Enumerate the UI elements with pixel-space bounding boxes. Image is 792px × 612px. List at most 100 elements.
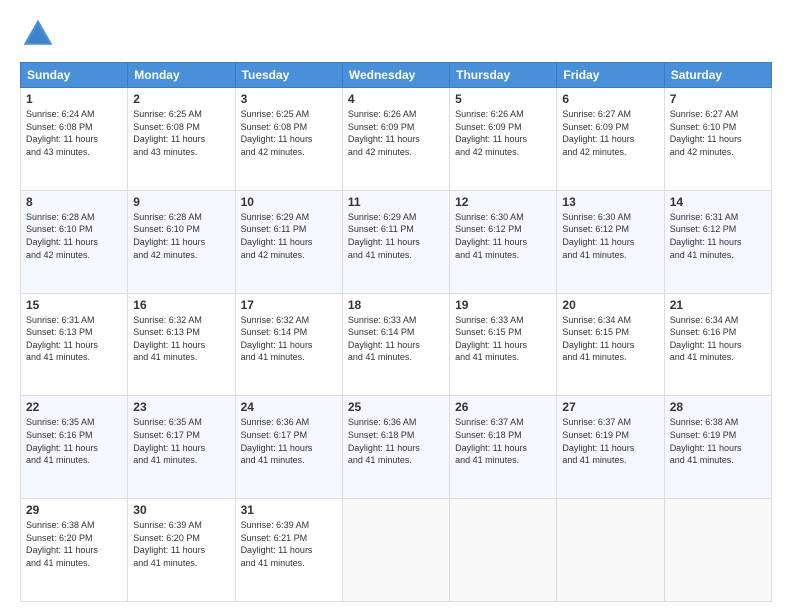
- calendar-body: 1 Sunrise: 6:24 AM Sunset: 6:08 PM Daylig…: [21, 88, 772, 602]
- day-info: Sunrise: 6:33 AM Sunset: 6:14 PM Dayligh…: [348, 314, 444, 364]
- day-info: Sunrise: 6:26 AM Sunset: 6:09 PM Dayligh…: [455, 108, 551, 158]
- day-number: 23: [133, 400, 229, 414]
- calendar-header: SundayMondayTuesdayWednesdayThursdayFrid…: [21, 63, 772, 88]
- day-number: 5: [455, 92, 551, 106]
- day-number: 7: [670, 92, 766, 106]
- day-cell: 24Sunrise: 6:36 AM Sunset: 6:17 PM Dayli…: [235, 396, 342, 499]
- day-number: 13: [562, 195, 658, 209]
- week-row-4: 22 Sunrise: 6:35 AM Sunset: 6:16 PM Dayli…: [21, 396, 772, 499]
- day-cell: 2 Sunrise: 6:25 AM Sunset: 6:08 PM Daylig…: [128, 88, 235, 191]
- day-cell: 1 Sunrise: 6:24 AM Sunset: 6:08 PM Daylig…: [21, 88, 128, 191]
- day-number: 8: [26, 195, 122, 209]
- day-info: Sunrise: 6:28 AM Sunset: 6:10 PM Dayligh…: [26, 211, 122, 261]
- day-number: 22: [26, 400, 122, 414]
- day-info: Sunrise: 6:35 AM Sunset: 6:16 PM Dayligh…: [26, 416, 122, 466]
- day-cell: 18 Sunrise: 6:33 AM Sunset: 6:14 PM Dayli…: [342, 293, 449, 396]
- day-cell: [557, 499, 664, 602]
- day-cell: [450, 499, 557, 602]
- column-header-friday: Friday: [557, 63, 664, 88]
- day-number: 15: [26, 298, 122, 312]
- day-info: Sunrise: 6:31 AM Sunset: 6:12 PM Dayligh…: [670, 211, 766, 261]
- day-info: Sunrise: 6:34 AM Sunset: 6:15 PM Dayligh…: [562, 314, 658, 364]
- day-cell: 9 Sunrise: 6:28 AM Sunset: 6:10 PM Daylig…: [128, 190, 235, 293]
- day-info: Sunrise: 6:36 AM Sunset: 6:18 PM Dayligh…: [348, 416, 444, 466]
- day-cell: 7 Sunrise: 6:27 AM Sunset: 6:10 PM Daylig…: [664, 88, 771, 191]
- day-cell: 27Sunrise: 6:37 AM Sunset: 6:19 PM Dayli…: [557, 396, 664, 499]
- day-cell: 16 Sunrise: 6:32 AM Sunset: 6:13 PM Dayli…: [128, 293, 235, 396]
- day-cell: 13 Sunrise: 6:30 AM Sunset: 6:12 PM Dayli…: [557, 190, 664, 293]
- day-number: 21: [670, 298, 766, 312]
- day-cell: 11Sunrise: 6:29 AM Sunset: 6:11 PM Dayli…: [342, 190, 449, 293]
- day-cell: 28Sunrise: 6:38 AM Sunset: 6:19 PM Dayli…: [664, 396, 771, 499]
- week-row-5: 29Sunrise: 6:38 AM Sunset: 6:20 PM Dayli…: [21, 499, 772, 602]
- day-cell: 31 Sunrise: 6:39 AM Sunset: 6:21 PM Dayli…: [235, 499, 342, 602]
- day-info: Sunrise: 6:39 AM Sunset: 6:21 PM Dayligh…: [241, 519, 337, 569]
- day-info: Sunrise: 6:37 AM Sunset: 6:19 PM Dayligh…: [562, 416, 658, 466]
- day-number: 30: [133, 503, 229, 517]
- day-cell: 26 Sunrise: 6:37 AM Sunset: 6:18 PM Dayli…: [450, 396, 557, 499]
- column-header-wednesday: Wednesday: [342, 63, 449, 88]
- day-info: Sunrise: 6:33 AM Sunset: 6:15 PM Dayligh…: [455, 314, 551, 364]
- day-cell: 17Sunrise: 6:32 AM Sunset: 6:14 PM Dayli…: [235, 293, 342, 396]
- header: [20, 16, 772, 52]
- day-number: 29: [26, 503, 122, 517]
- header-row: SundayMondayTuesdayWednesdayThursdayFrid…: [21, 63, 772, 88]
- day-number: 6: [562, 92, 658, 106]
- day-info: Sunrise: 6:30 AM Sunset: 6:12 PM Dayligh…: [562, 211, 658, 261]
- day-cell: 15Sunrise: 6:31 AM Sunset: 6:13 PM Dayli…: [21, 293, 128, 396]
- day-number: 19: [455, 298, 551, 312]
- day-info: Sunrise: 6:37 AM Sunset: 6:18 PM Dayligh…: [455, 416, 551, 466]
- day-info: Sunrise: 6:24 AM Sunset: 6:08 PM Dayligh…: [26, 108, 122, 158]
- day-info: Sunrise: 6:26 AM Sunset: 6:09 PM Dayligh…: [348, 108, 444, 158]
- day-cell: 21 Sunrise: 6:34 AM Sunset: 6:16 PM Dayli…: [664, 293, 771, 396]
- day-info: Sunrise: 6:32 AM Sunset: 6:14 PM Dayligh…: [241, 314, 337, 364]
- day-info: Sunrise: 6:29 AM Sunset: 6:11 PM Dayligh…: [348, 211, 444, 261]
- day-info: Sunrise: 6:30 AM Sunset: 6:12 PM Dayligh…: [455, 211, 551, 261]
- day-info: Sunrise: 6:39 AM Sunset: 6:20 PM Dayligh…: [133, 519, 229, 569]
- day-cell: 12 Sunrise: 6:30 AM Sunset: 6:12 PM Dayli…: [450, 190, 557, 293]
- day-info: Sunrise: 6:27 AM Sunset: 6:09 PM Dayligh…: [562, 108, 658, 158]
- column-header-thursday: Thursday: [450, 63, 557, 88]
- column-header-sunday: Sunday: [21, 63, 128, 88]
- day-number: 31: [241, 503, 337, 517]
- day-cell: 8 Sunrise: 6:28 AM Sunset: 6:10 PM Daylig…: [21, 190, 128, 293]
- day-number: 12: [455, 195, 551, 209]
- day-number: 16: [133, 298, 229, 312]
- day-info: Sunrise: 6:27 AM Sunset: 6:10 PM Dayligh…: [670, 108, 766, 158]
- day-number: 24: [241, 400, 337, 414]
- day-number: 9: [133, 195, 229, 209]
- day-cell: 5 Sunrise: 6:26 AM Sunset: 6:09 PM Daylig…: [450, 88, 557, 191]
- day-number: 2: [133, 92, 229, 106]
- logo: [20, 16, 60, 52]
- day-number: 3: [241, 92, 337, 106]
- day-info: Sunrise: 6:34 AM Sunset: 6:16 PM Dayligh…: [670, 314, 766, 364]
- day-info: Sunrise: 6:29 AM Sunset: 6:11 PM Dayligh…: [241, 211, 337, 261]
- day-cell: [342, 499, 449, 602]
- column-header-monday: Monday: [128, 63, 235, 88]
- day-cell: 23 Sunrise: 6:35 AM Sunset: 6:17 PM Dayli…: [128, 396, 235, 499]
- week-row-3: 15Sunrise: 6:31 AM Sunset: 6:13 PM Dayli…: [21, 293, 772, 396]
- day-number: 1: [26, 92, 122, 106]
- day-number: 20: [562, 298, 658, 312]
- day-cell: 3 Sunrise: 6:25 AM Sunset: 6:08 PM Daylig…: [235, 88, 342, 191]
- day-info: Sunrise: 6:32 AM Sunset: 6:13 PM Dayligh…: [133, 314, 229, 364]
- day-number: 18: [348, 298, 444, 312]
- day-number: 25: [348, 400, 444, 414]
- day-cell: 20 Sunrise: 6:34 AM Sunset: 6:15 PM Dayli…: [557, 293, 664, 396]
- day-info: Sunrise: 6:25 AM Sunset: 6:08 PM Dayligh…: [133, 108, 229, 158]
- day-cell: 19 Sunrise: 6:33 AM Sunset: 6:15 PM Dayli…: [450, 293, 557, 396]
- day-cell: 10Sunrise: 6:29 AM Sunset: 6:11 PM Dayli…: [235, 190, 342, 293]
- calendar-table: SundayMondayTuesdayWednesdayThursdayFrid…: [20, 62, 772, 602]
- page: SundayMondayTuesdayWednesdayThursdayFrid…: [0, 0, 792, 612]
- day-cell: 4 Sunrise: 6:26 AM Sunset: 6:09 PM Daylig…: [342, 88, 449, 191]
- logo-icon: [20, 16, 56, 52]
- day-info: Sunrise: 6:28 AM Sunset: 6:10 PM Dayligh…: [133, 211, 229, 261]
- day-number: 4: [348, 92, 444, 106]
- day-number: 26: [455, 400, 551, 414]
- day-number: 28: [670, 400, 766, 414]
- day-info: Sunrise: 6:25 AM Sunset: 6:08 PM Dayligh…: [241, 108, 337, 158]
- day-cell: 6 Sunrise: 6:27 AM Sunset: 6:09 PM Daylig…: [557, 88, 664, 191]
- day-cell: 30 Sunrise: 6:39 AM Sunset: 6:20 PM Dayli…: [128, 499, 235, 602]
- day-info: Sunrise: 6:35 AM Sunset: 6:17 PM Dayligh…: [133, 416, 229, 466]
- week-row-2: 8 Sunrise: 6:28 AM Sunset: 6:10 PM Daylig…: [21, 190, 772, 293]
